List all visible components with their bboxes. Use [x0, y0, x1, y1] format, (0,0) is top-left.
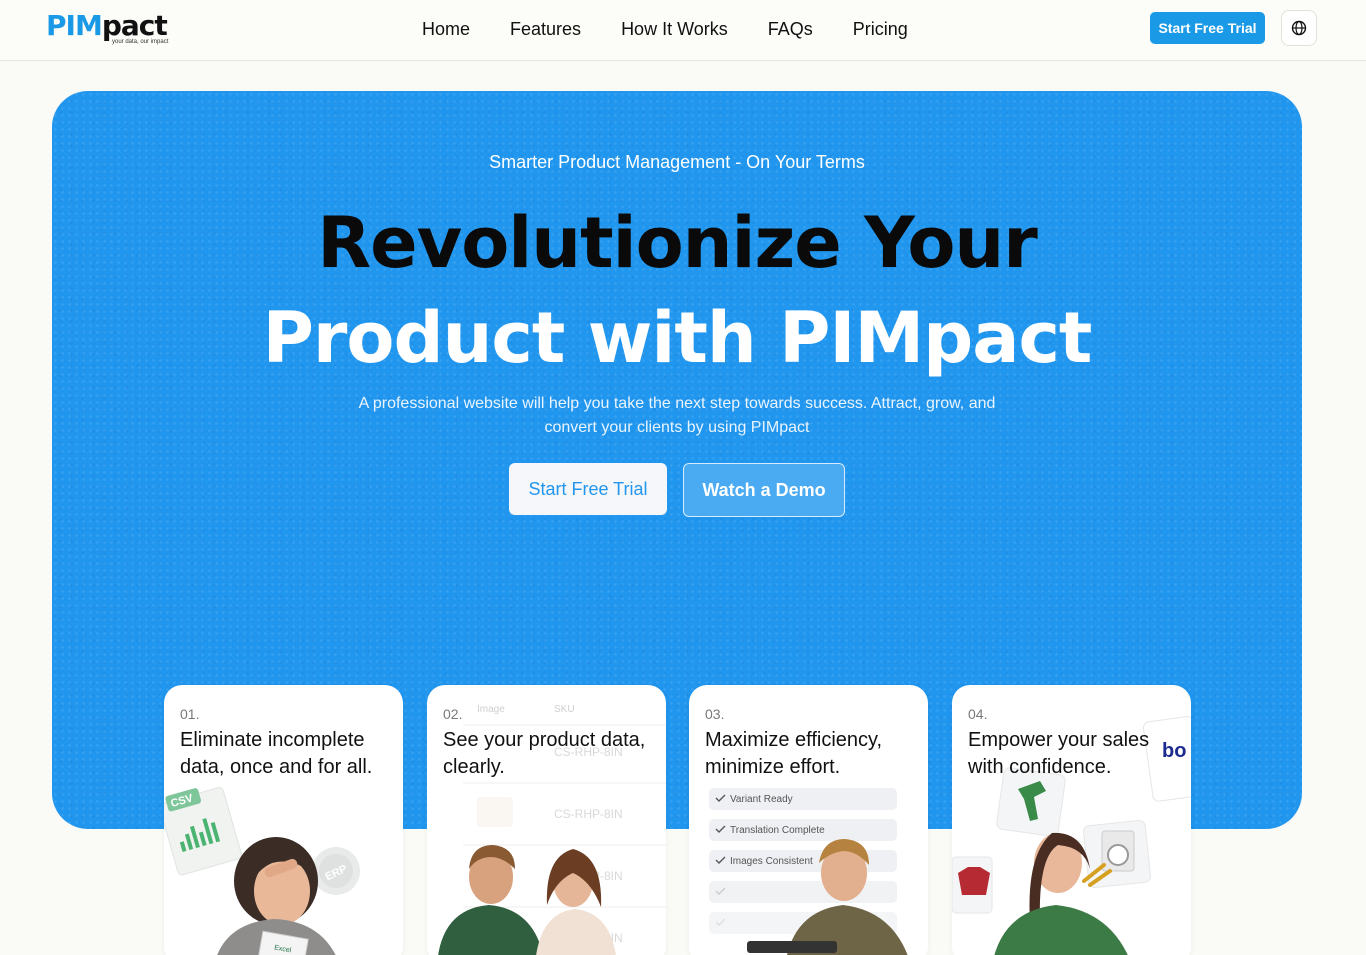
logo-pact-text: pact [101, 9, 168, 42]
nav-pricing[interactable]: Pricing [833, 17, 928, 41]
card-2-illustration: Image SKU CS-RHP-8IN CS-RHP-8IN CS-RHP-8… [438, 704, 666, 955]
checklist-item-2: Translation Complete [730, 825, 825, 836]
hero-start-trial-button[interactable]: Start Free Trial [509, 463, 667, 515]
hero-eyebrow: Smarter Product Management - On Your Ter… [489, 152, 865, 172]
sweater-icon [958, 867, 990, 895]
hero-headline-line1: Revolutionize Your [317, 202, 1038, 284]
card-3-title: Maximize efficiency, minimize effort. [705, 729, 883, 778]
card-3-number: 03. [705, 706, 725, 722]
nav-features[interactable]: Features [490, 17, 601, 41]
checklist-item-1: Variant Ready [730, 794, 793, 805]
language-button[interactable] [1281, 10, 1317, 46]
site-header: PIMpact your data, our impact Home Featu… [0, 0, 1366, 61]
card-3-illustration: Variant Ready Translation Complete Image… [709, 788, 908, 955]
erp-gear-icon: ERP [312, 847, 360, 895]
card-2-title: See your product data, clearly. [443, 729, 646, 778]
card-1-number: 01. [180, 706, 200, 722]
card-1-title: Eliminate incomplete data, once and for … [180, 729, 373, 778]
nav-how-it-works[interactable]: How It Works [601, 17, 748, 41]
logo-tagline: your data, our impact [112, 39, 169, 45]
card-4-title: Empower your sales with confidence. [968, 729, 1150, 778]
card-4-number: 04. [968, 706, 988, 722]
table-col-image: Image [477, 704, 505, 715]
card-1-illustration: CSV ERP Excel [164, 786, 360, 955]
hero-headline-line2: Product with PIMpact [262, 297, 1093, 379]
feature-card-4[interactable]: bo 04. Empower your sales with confidenc… [952, 685, 1191, 955]
table-col-sku: SKU [554, 704, 575, 715]
checklist-item-3: Images Consistent [730, 856, 813, 867]
card-4-illustration: bo [952, 716, 1191, 955]
feature-card-3[interactable]: Variant Ready Translation Complete Image… [689, 685, 928, 955]
sku-row-2: CS-RHP-8IN [554, 807, 623, 821]
main-nav: Home Features How It Works FAQs Pricing [402, 17, 928, 41]
logo-pim-text: PIM [46, 9, 103, 42]
header-start-trial-button[interactable]: Start Free Trial [1150, 12, 1265, 44]
feature-card-2[interactable]: Image SKU CS-RHP-8IN CS-RHP-8IN CS-RHP-8… [427, 685, 666, 955]
globe-icon [1291, 20, 1307, 36]
card-2-number: 02. [443, 706, 463, 722]
watch-demo-button[interactable]: Watch a Demo [683, 463, 845, 517]
hero-subtext: A professional website will help you tak… [358, 395, 996, 436]
feature-card-1[interactable]: CSV ERP Excel 01. Eliminate incomplete d… [164, 685, 403, 955]
pimpact-logo[interactable]: PIMpact your data, our impact [46, 10, 186, 50]
nav-faqs[interactable]: FAQs [748, 17, 833, 41]
nav-home[interactable]: Home [402, 17, 490, 41]
